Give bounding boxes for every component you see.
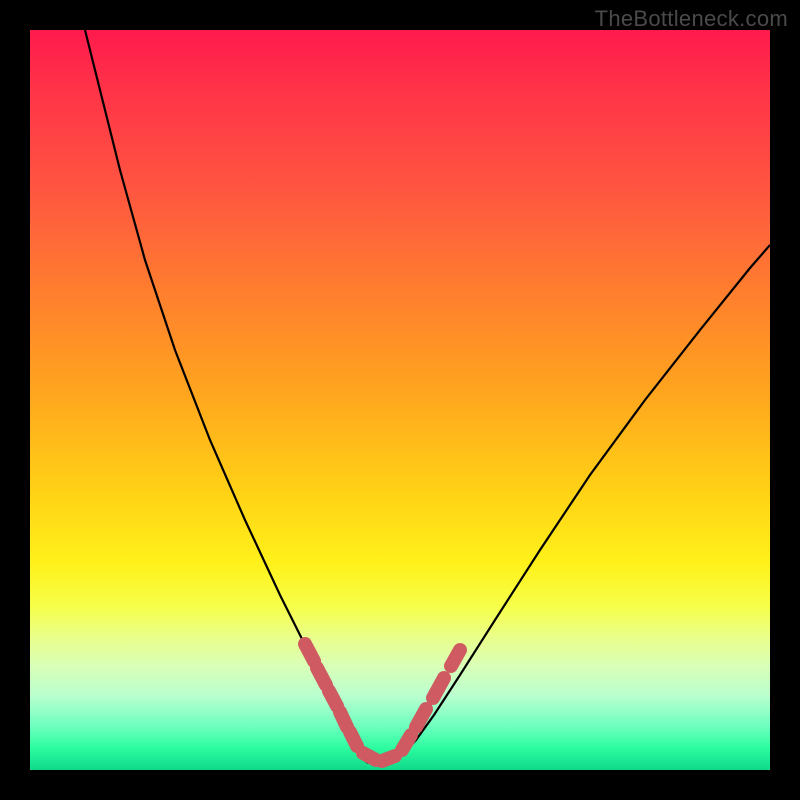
highlight-dash-4	[350, 732, 357, 746]
highlight-dash-2	[329, 691, 337, 706]
highlight-dash-9	[433, 678, 444, 698]
highlight-dash-6	[382, 756, 395, 761]
highlight-dash-0	[305, 644, 314, 661]
highlight-dash-7	[402, 735, 411, 750]
watermark-text: TheBottleneck.com	[595, 6, 788, 32]
curve-right-branch	[392, 245, 770, 763]
highlight-dash-3	[340, 712, 347, 727]
plot-area	[30, 30, 770, 770]
chart-svg	[30, 30, 770, 770]
highlight-dash-8	[416, 709, 426, 727]
highlight-dash-10	[451, 650, 460, 666]
highlight-dash-5	[363, 753, 376, 760]
highlight-dash-1	[317, 668, 326, 685]
chart-frame: TheBottleneck.com	[0, 0, 800, 800]
highlight-dash-group	[305, 644, 460, 761]
curve-left-branch	[85, 30, 368, 763]
